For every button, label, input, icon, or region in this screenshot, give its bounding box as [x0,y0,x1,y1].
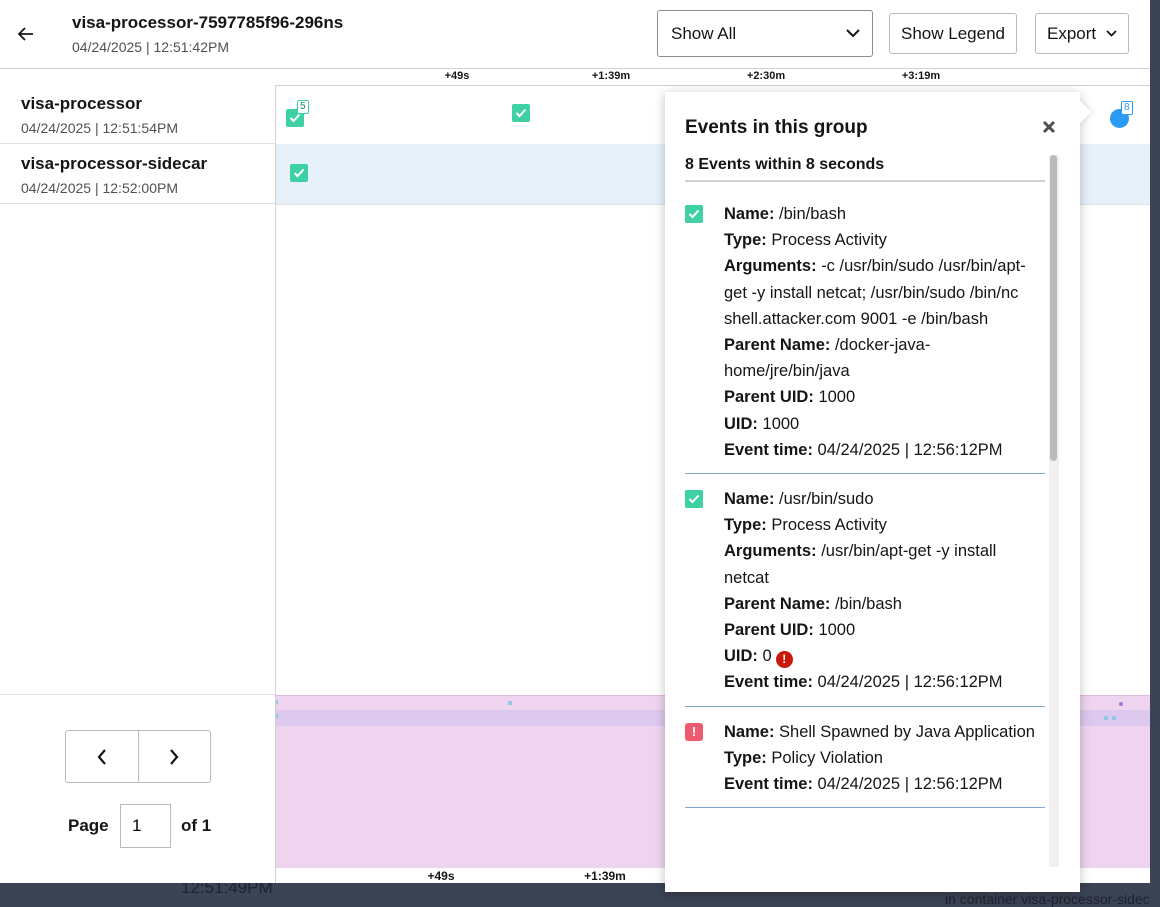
page-title: visa-processor-7597785f96-296ns [72,13,344,32]
pagination-area [0,694,275,883]
axis-tick: +1:39m [591,70,631,82]
event-time: Event time: 04/24/2025 | 12:56:12PM [724,440,1003,459]
previous-page-button[interactable] [66,731,138,782]
group-count-badge: 8 [1121,101,1133,115]
event-list[interactable]: Name: /bin/bash Type: Process Activity A… [685,189,1045,849]
event-type: Type: Process Activity [724,516,887,535]
event-parent-name: Parent Name: /docker-java-home/jre/bin/j… [724,336,931,381]
check-icon [289,113,301,123]
overview-marker [1112,716,1116,720]
event-filter-select[interactable]: Show All [657,10,873,57]
export-button[interactable]: Export [1035,13,1130,54]
event-type: Type: Process Activity [724,231,887,250]
event-uid: UID: 0! [724,643,1045,669]
axis-tick: +2:30m [746,70,786,82]
event-time: Event time: 04/24/2025 | 12:56:12PM [724,775,1003,794]
caret-down-icon [1106,30,1117,37]
process-activity-icon [685,205,703,223]
overview-marker [1119,702,1123,706]
scrollbar[interactable] [1049,155,1059,867]
event-type: Type: Policy Violation [724,748,883,767]
check-icon [515,108,527,118]
pager [65,730,211,783]
chevron-right-icon [170,748,179,765]
container-time: 04/24/2025 | 12:51:54PM [21,120,178,136]
show-legend-button[interactable]: Show Legend [889,13,1017,54]
exclamation-circle-icon: ! [775,650,793,668]
event-name: Name: /usr/bin/sudo [724,490,874,509]
page-subtitle: 04/24/2025 | 12:51:42PM [72,39,229,55]
page-total-label: of 1 [181,816,212,835]
event-item: ! Name: Shell Spawned by Java Applicatio… [685,707,1045,809]
overview-marker [508,701,512,705]
export-label: Export [1047,23,1097,43]
axis-tick: +3:19m [901,70,941,82]
page-number-input[interactable] [120,804,171,848]
arrow-left-icon [18,27,33,41]
event-item: Name: /bin/bash Type: Process Activity A… [685,189,1045,475]
event-uid: UID: 1000 [724,414,800,433]
popover-title: Events in this group [685,117,868,138]
axis-tick: +1:39m [584,869,626,883]
event-arguments: Arguments: -c /usr/bin/sudo /usr/bin/apt… [724,257,1026,328]
popover-subtitle: 8 Events within 8 seconds [685,156,1045,182]
container-row[interactable]: visa-processor-sidecar 04/24/2025 | 12:5… [0,145,275,204]
overview-marker [1104,716,1108,720]
chevron-down-icon [846,29,860,38]
event-parent-uid: Parent UID: 1000 [724,621,856,640]
container-time: 04/24/2025 | 12:52:00PM [21,180,178,196]
container-name: visa-processor [21,94,142,113]
event-parent-uid: Parent UID: 1000 [724,388,856,407]
container-name: visa-processor-sidecar [21,154,208,173]
chevron-left-icon [97,748,106,765]
event-name: Name: /bin/bash [724,205,846,223]
check-icon [293,168,305,178]
process-event-marker[interactable] [290,164,308,182]
overview-marker [276,714,278,718]
events-popover: Events in this group 8 Events within 8 s… [665,92,1092,892]
process-activity-icon [685,490,703,509]
container-row[interactable]: visa-processor 04/24/2025 | 12:51:54PM [0,85,275,144]
page-label: Page [68,816,109,835]
scrollbar-thumb[interactable] [1050,155,1057,461]
header: visa-processor-7597785f96-296ns 04/24/20… [0,0,1150,69]
next-page-button[interactable] [137,731,211,782]
axis-tick: +49s [427,869,455,883]
overview-marker [276,700,278,704]
event-name: Name: Shell Spawned by Java Application [724,722,1035,741]
event-time: Event time: 04/24/2025 | 12:56:12PM [724,673,1003,692]
event-parent-name: Parent Name: /bin/bash [724,594,902,613]
event-arguments: Arguments: /usr/bin/apt-get -y install n… [724,542,997,587]
group-count-badge: 5 [297,100,309,114]
process-event-marker[interactable] [512,104,530,122]
back-button[interactable] [12,20,40,48]
time-axis: +49s +1:39m +2:30m +3:19m [276,69,1150,86]
event-filter-value: Show All [671,23,737,43]
close-icon [1042,120,1056,134]
close-button[interactable] [1039,117,1059,137]
policy-violation-icon: ! [685,722,703,741]
event-item: Name: /usr/bin/sudo Type: Process Activi… [685,474,1045,707]
axis-tick: +49s [444,70,470,82]
